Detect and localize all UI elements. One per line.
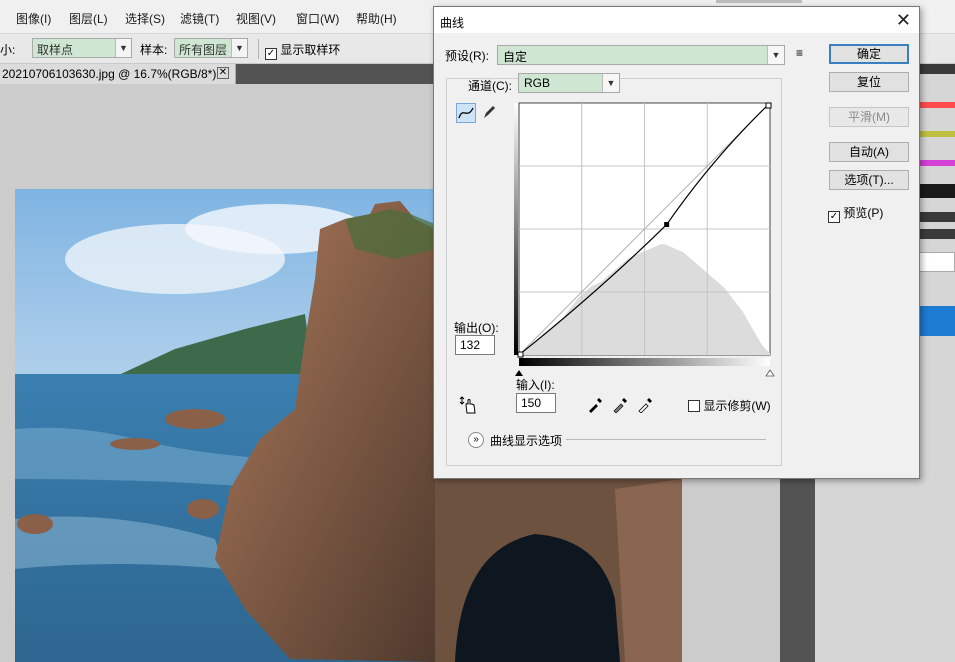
menu-view[interactable]: 视图(V)	[236, 10, 276, 27]
chevron-down-icon: ▼	[231, 39, 247, 57]
menu-help[interactable]: 帮助(H)	[356, 10, 397, 27]
channel-select[interactable]: RGB ▼	[518, 73, 620, 93]
curve-control-point[interactable]	[664, 222, 670, 228]
color-slider-red	[919, 102, 955, 108]
window-controls-strip	[716, 0, 802, 3]
pencil-tool[interactable]	[480, 103, 500, 123]
curve-tool-icon	[458, 107, 474, 119]
show-clipping-label: 显示修剪(W)	[703, 399, 771, 413]
sample-select[interactable]: 所有图层 ▼	[174, 38, 248, 58]
preview-label: 预览(P)	[843, 206, 884, 220]
reset-button[interactable]: 复位	[829, 72, 909, 92]
curves-dialog: 曲线 ✕ 预设(R): 自定 ▼ ≡ 确定 复位 平滑(M) 自动(A) 选项(…	[433, 6, 920, 479]
close-icon[interactable]: ✕	[217, 67, 229, 79]
options-button[interactable]: 选项(T)...	[829, 170, 909, 190]
menu-window[interactable]: 窗口(W)	[296, 10, 339, 27]
selected-layer-row[interactable]	[919, 306, 955, 336]
hand-adjust-icon	[459, 396, 476, 414]
white-point[interactable]	[765, 102, 772, 109]
preview-checkbox[interactable]: ✓	[828, 211, 840, 223]
gray-eyedropper-icon[interactable]	[612, 395, 630, 414]
menu-image[interactable]: 图像(I)	[16, 10, 51, 27]
document-tab[interactable]: 20210706103630.jpg @ 16.7%(RGB/8*) ✕	[0, 64, 236, 84]
color-spectrum	[919, 184, 955, 198]
sample-label: 样本:	[140, 43, 168, 57]
sample-size-value: 取样点	[37, 43, 74, 57]
channel-label: 通道(C):	[468, 79, 512, 93]
dialog-titlebar: 曲线 ✕	[434, 7, 919, 33]
ok-button[interactable]: 确定	[829, 44, 909, 64]
white-eyedropper-icon[interactable]	[637, 395, 655, 414]
divider	[566, 439, 766, 440]
smooth-button[interactable]: 平滑(M)	[829, 107, 909, 127]
divider	[258, 39, 259, 59]
chevron-down-icon: ▼	[602, 74, 619, 92]
close-icon[interactable]: ✕	[896, 10, 911, 31]
curve-point-tool[interactable]	[456, 103, 476, 123]
black-point[interactable]	[517, 351, 524, 358]
show-clipping-option[interactable]: 显示修剪(W)	[688, 397, 771, 414]
input-label: 输入(I):	[516, 378, 555, 392]
color-slider-blue	[919, 160, 955, 166]
show-ring-checkbox[interactable]: ✓	[265, 48, 277, 60]
color-slider-green	[919, 131, 955, 137]
curve-display-options-label[interactable]: 曲线显示选项	[490, 432, 562, 449]
chevron-down-icon: ▼	[115, 39, 131, 57]
dialog-title: 曲线	[440, 16, 465, 30]
menu-layer[interactable]: 图层(L)	[69, 10, 108, 27]
channel-value: RGB	[524, 76, 551, 90]
preset-options-icon[interactable]: ≡	[796, 46, 803, 60]
sample-size-select[interactable]: 取样点 ▼	[32, 38, 132, 58]
sample-value: 所有图层	[179, 43, 228, 57]
preset-select[interactable]: 自定 ▼	[497, 45, 785, 65]
menu-select[interactable]: 选择(S)	[125, 10, 165, 27]
menu-filter[interactable]: 滤镜(T)	[180, 10, 219, 27]
chevron-down-icon: ▼	[767, 46, 784, 64]
input-field[interactable]: 150	[516, 393, 556, 413]
output-gradient-bar	[514, 103, 518, 355]
show-clipping-checkbox[interactable]	[688, 400, 700, 412]
input-gradient-bar	[519, 358, 770, 366]
black-eyedropper-icon[interactable]	[587, 395, 605, 413]
panel-select[interactable]	[919, 252, 955, 272]
auto-button[interactable]: 自动(A)	[829, 142, 909, 162]
output-field[interactable]: 132	[455, 335, 495, 355]
show-ring-label: 显示取样环	[280, 43, 341, 57]
show-ring-option[interactable]: ✓ 显示取样环	[265, 41, 340, 60]
document-tab-title: 20210706103630.jpg @ 16.7%(RGB/8*)	[2, 67, 217, 81]
expand-chevron-icon[interactable]: »	[468, 432, 484, 448]
white-input-slider[interactable]	[765, 369, 775, 377]
curve-graph[interactable]	[514, 102, 779, 380]
sample-size-label: 小:	[0, 43, 16, 57]
preset-value: 自定	[503, 50, 528, 64]
preset-label: 预设(R):	[445, 49, 489, 63]
preview-option[interactable]: ✓ 预览(P)	[828, 204, 883, 223]
on-image-adjust-tool[interactable]	[458, 395, 478, 415]
pencil-icon	[484, 106, 495, 118]
output-label: 输出(O):	[454, 321, 499, 335]
